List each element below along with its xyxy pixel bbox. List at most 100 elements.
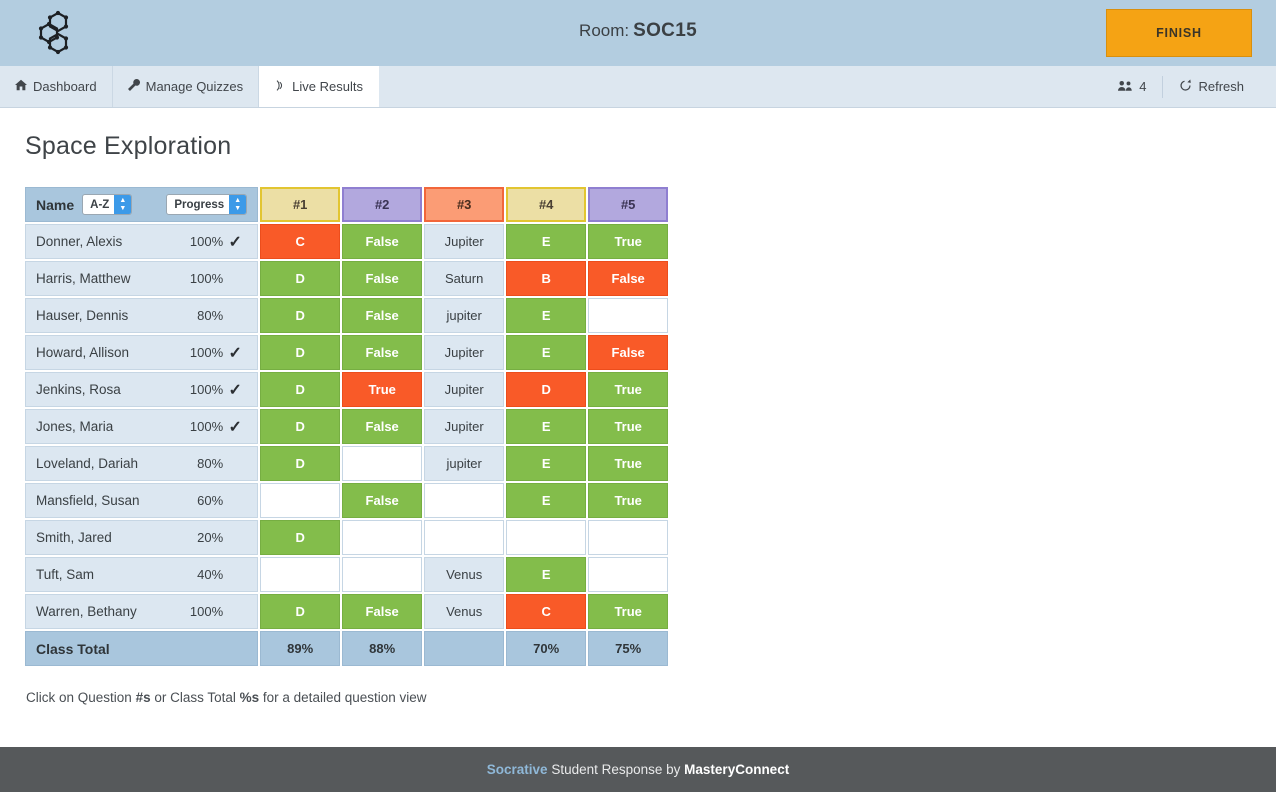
answer-cell: False xyxy=(342,224,423,259)
table-row: Tuft, Sam 40% Venus E xyxy=(25,557,669,592)
tab-live-results-label: Live Results xyxy=(292,79,363,94)
class-total-1[interactable]: 89% xyxy=(260,631,341,666)
answer-cell: D xyxy=(260,261,341,296)
question-header-1[interactable]: #1 xyxy=(260,187,341,222)
answer-cell: False xyxy=(342,335,423,370)
answer-cell: False xyxy=(342,594,423,629)
question-header-3[interactable]: #3 xyxy=(424,187,505,222)
sort-progress-value: Progress xyxy=(174,198,225,211)
refresh-label: Refresh xyxy=(1198,79,1244,94)
answer-cell: jupiter xyxy=(424,298,505,333)
class-total-3[interactable] xyxy=(424,631,505,666)
student-percent: 100% xyxy=(189,271,224,286)
people-icon xyxy=(1118,79,1133,94)
answer-cell xyxy=(342,520,423,555)
student-name-cell[interactable]: Jenkins, Rosa 100% ✓ xyxy=(25,372,259,407)
answer-cell: E xyxy=(506,483,587,518)
answer-cell: D xyxy=(260,298,341,333)
table-row: Smith, Jared 20% D xyxy=(25,520,669,555)
answer-cell: jupiter xyxy=(424,446,505,481)
answer-cell xyxy=(588,298,669,333)
table-row: Donner, Alexis 100% ✓ C False Jupiter E True xyxy=(25,224,669,259)
student-name-cell[interactable]: Harris, Matthew 100% xyxy=(25,261,259,296)
student-name-cell[interactable]: Tuft, Sam 40% xyxy=(25,557,259,592)
class-total-4[interactable]: 70% xyxy=(506,631,587,666)
hint-hash: #s xyxy=(135,690,151,705)
sort-progress-select[interactable]: Progress ▲ ▼ xyxy=(166,194,248,215)
question-header-2[interactable]: #2 xyxy=(342,187,423,222)
student-percent: 20% xyxy=(197,530,224,545)
name-header-label: Name xyxy=(36,196,75,213)
student-name-cell[interactable]: Loveland, Dariah 80% xyxy=(25,446,259,481)
answer-cell xyxy=(342,446,423,481)
tab-manage-quizzes-label: Manage Quizzes xyxy=(145,79,244,94)
answer-cell: D xyxy=(260,409,341,444)
table-hint: Click on Question #s or Class Total %s f… xyxy=(26,690,1276,705)
answer-cell: True xyxy=(588,224,669,259)
student-percent: 40% xyxy=(197,567,224,582)
live-results-table: Name A-Z ▲ ▼ Progress ▲ ▼ #1 #2 #3 #4 #5… xyxy=(23,185,670,668)
answer-cell xyxy=(506,520,587,555)
student-count-value: 4 xyxy=(1139,79,1147,94)
completed-check-icon: ✓ xyxy=(228,344,242,362)
answer-cell: Jupiter xyxy=(424,409,505,444)
main-content: Space Exploration Name A-Z ▲ ▼ Progress ▲… xyxy=(0,108,1276,705)
footer-brand: Socrative xyxy=(486,762,548,777)
answer-cell: E xyxy=(506,335,587,370)
student-name-cell[interactable]: Jones, Maria 100% ✓ xyxy=(25,409,259,444)
student-name-cell[interactable]: Donner, Alexis 100% ✓ xyxy=(25,224,259,259)
question-header-5[interactable]: #5 xyxy=(588,187,669,222)
name-column-header: Name A-Z ▲ ▼ Progress ▲ ▼ xyxy=(25,187,259,222)
student-name: Smith, Jared xyxy=(36,530,112,545)
answer-cell: D xyxy=(260,594,341,629)
student-name-cell[interactable]: Warren, Bethany 100% xyxy=(25,594,259,629)
home-icon xyxy=(15,79,27,94)
tab-live-results[interactable]: Live Results xyxy=(259,66,379,107)
answer-cell: True xyxy=(588,483,669,518)
table-foot: Class Total 89% 88% 70% 75% xyxy=(25,631,669,666)
student-name: Jenkins, Rosa xyxy=(36,382,121,397)
hint-middle: or Class Total xyxy=(150,690,240,705)
table-row: Mansfield, Susan 60% False E True xyxy=(25,483,669,518)
answer-cell: True xyxy=(588,446,669,481)
student-name-cell[interactable]: Hauser, Dennis 80% xyxy=(25,298,259,333)
sort-name-select[interactable]: A-Z ▲ ▼ xyxy=(82,194,133,215)
hint-prefix: Click on Question xyxy=(26,690,136,705)
student-name: Mansfield, Susan xyxy=(36,493,140,508)
answer-cell xyxy=(424,483,505,518)
answer-cell: D xyxy=(260,335,341,370)
answer-cell: Jupiter xyxy=(424,372,505,407)
answer-cell: E xyxy=(506,224,587,259)
answer-cell xyxy=(260,483,341,518)
answer-cell xyxy=(260,557,341,592)
footer-company: MasteryConnect xyxy=(684,762,790,777)
question-header-4[interactable]: #4 xyxy=(506,187,587,222)
table-row: Harris, Matthew 100% D False Saturn B False xyxy=(25,261,669,296)
answer-cell: D xyxy=(260,446,341,481)
finish-button[interactable]: FINISH xyxy=(1106,9,1252,57)
table-body: Donner, Alexis 100% ✓ C False Jupiter E True Har… xyxy=(25,224,669,629)
tab-dashboard[interactable]: Dashboard xyxy=(0,66,113,107)
answer-cell: False xyxy=(588,261,669,296)
student-name-cell[interactable]: Howard, Allison 100% ✓ xyxy=(25,335,259,370)
answer-cell: True xyxy=(588,372,669,407)
student-percent: 80% xyxy=(197,456,224,471)
student-name-cell[interactable]: Mansfield, Susan 60% xyxy=(25,483,259,518)
student-name-cell[interactable]: Smith, Jared 20% xyxy=(25,520,259,555)
student-name: Howard, Allison xyxy=(36,345,130,360)
class-total-2[interactable]: 88% xyxy=(342,631,423,666)
answer-cell xyxy=(588,557,669,592)
refresh-button[interactable]: Refresh xyxy=(1162,75,1260,98)
student-percent: 100% xyxy=(189,604,224,619)
completed-check-icon: ✓ xyxy=(228,233,242,251)
answer-cell: False xyxy=(342,483,423,518)
tab-manage-quizzes[interactable]: Manage Quizzes xyxy=(113,66,260,107)
answer-cell: Venus xyxy=(424,557,505,592)
class-total-5[interactable]: 75% xyxy=(588,631,669,666)
table-row: Jenkins, Rosa 100% ✓ D True Jupiter D True xyxy=(25,372,669,407)
table-head: Name A-Z ▲ ▼ Progress ▲ ▼ #1 #2 #3 #4 #5 xyxy=(25,187,669,222)
answer-cell: False xyxy=(588,335,669,370)
answer-cell: B xyxy=(506,261,587,296)
answer-cell: False xyxy=(342,409,423,444)
footer-text: Socrative Student Response by MasteryCon… xyxy=(487,762,789,777)
